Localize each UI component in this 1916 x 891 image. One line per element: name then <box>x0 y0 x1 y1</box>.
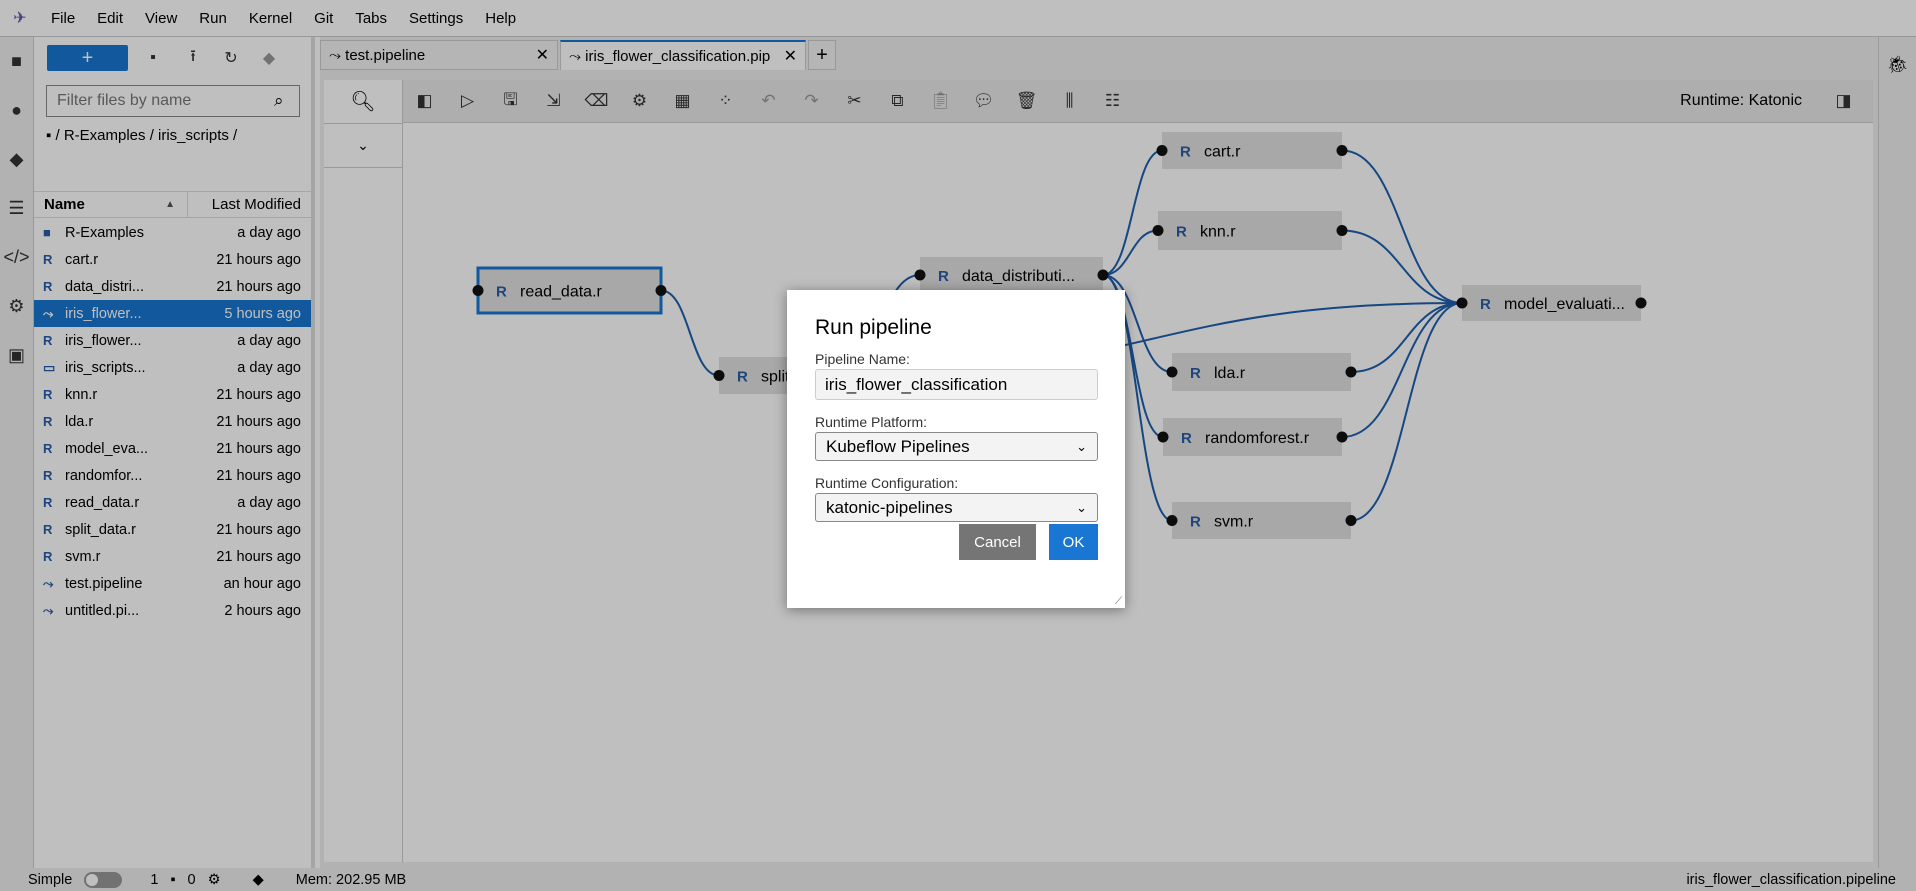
run-pipeline-dialog: Run pipeline Pipeline Name: Runtime Plat… <box>787 290 1125 608</box>
resize-handle-icon[interactable]: ⟋ <box>1115 596 1122 607</box>
chevron-down-icon: ⌄ <box>1076 438 1087 454</box>
runtime-config-select[interactable]: katonic-pipelines ⌄ <box>815 493 1098 522</box>
dialog-title: Run pipeline <box>815 316 932 339</box>
pipeline-name-label: Pipeline Name: <box>815 351 910 367</box>
runtime-config-value: katonic-pipelines <box>826 497 953 517</box>
runtime-platform-value: Kubeflow Pipelines <box>826 436 970 456</box>
cancel-button[interactable]: Cancel <box>959 524 1036 560</box>
runtime-platform-label: Runtime Platform: <box>815 414 928 430</box>
ok-button[interactable]: OK <box>1049 524 1098 560</box>
pipeline-name-input[interactable] <box>815 369 1098 400</box>
chevron-down-icon: ⌄ <box>1076 499 1087 515</box>
runtime-platform-select[interactable]: Kubeflow Pipelines ⌄ <box>815 432 1098 461</box>
runtime-config-label: Runtime Configuration: <box>815 475 959 491</box>
